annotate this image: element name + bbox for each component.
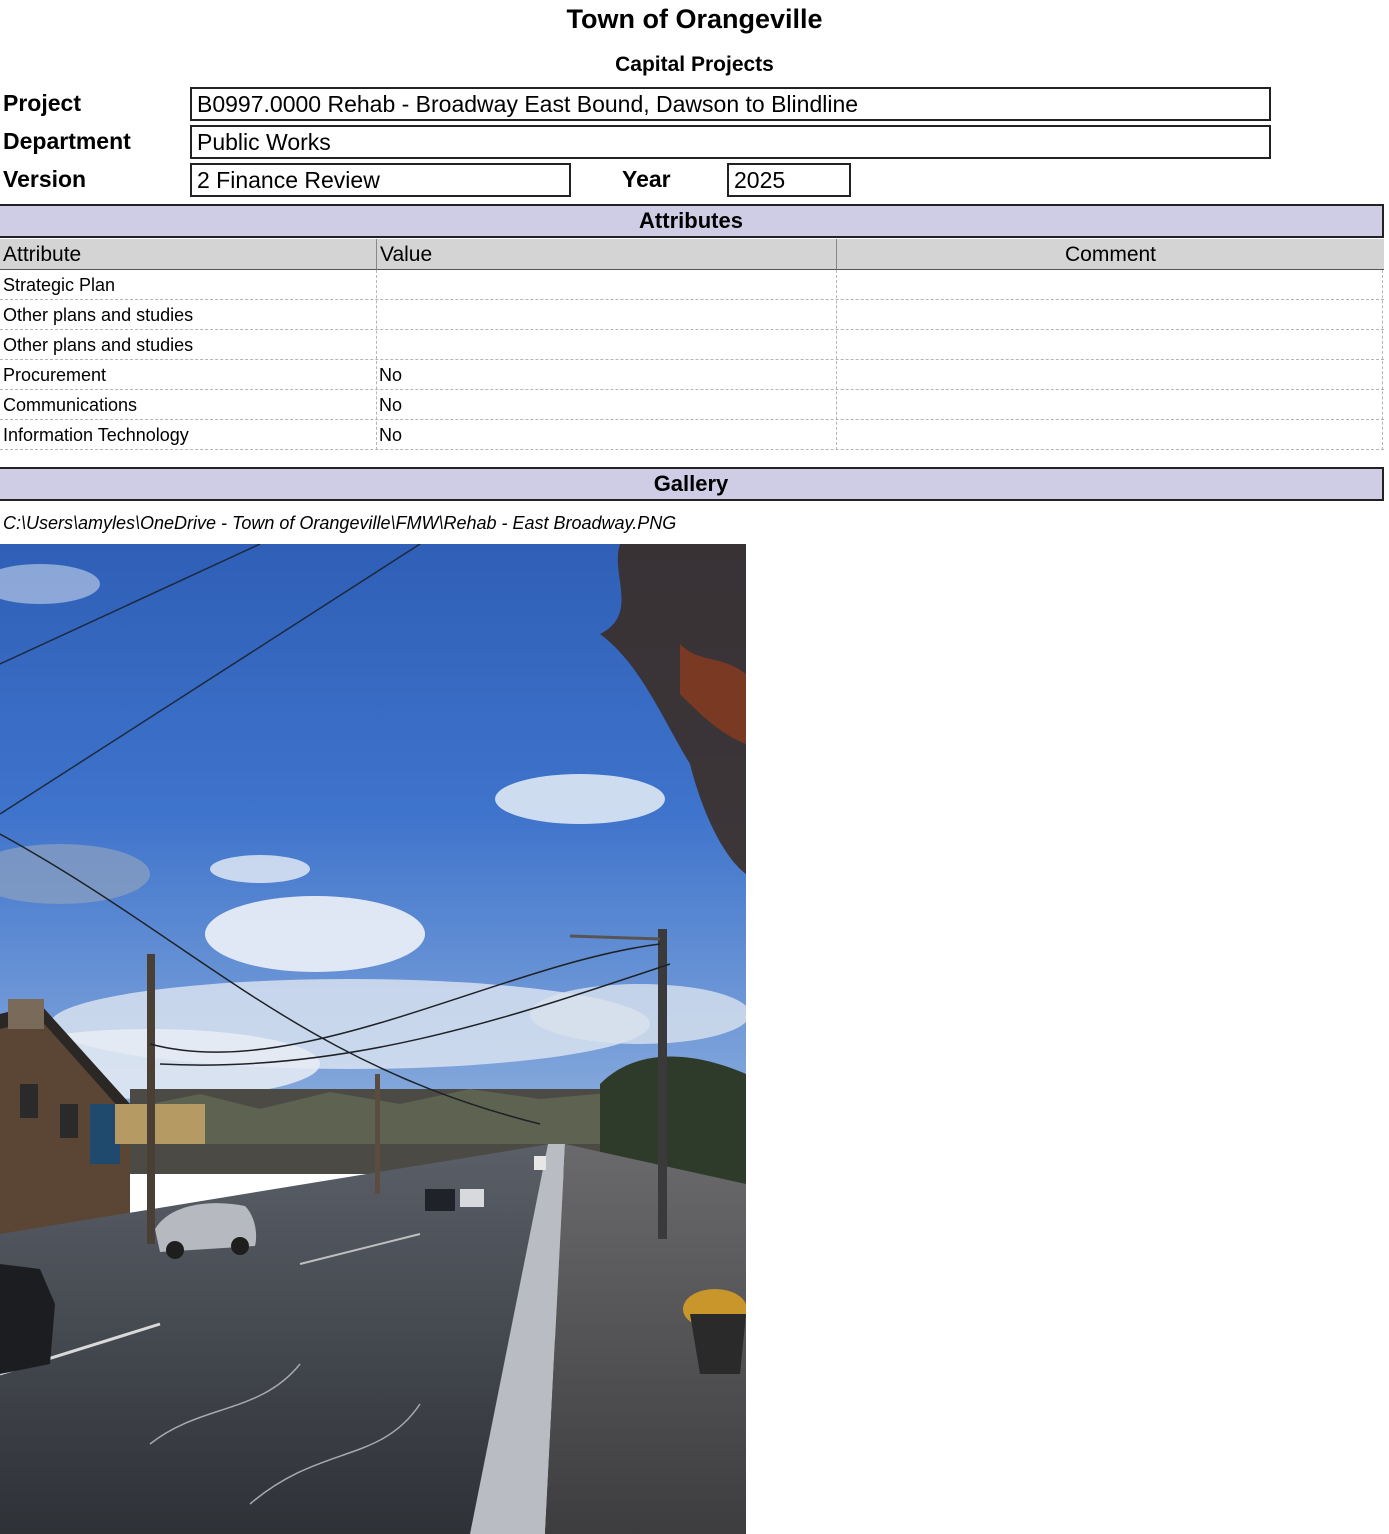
value-cell: No [379, 365, 403, 385]
department-field: Public Works [190, 125, 1271, 159]
version-label: Version [3, 166, 87, 192]
attribute-cell: Strategic Plan [3, 275, 116, 295]
value-cell [376, 300, 836, 330]
value-cell: No [379, 395, 403, 415]
attribute-cell: Information Technology [3, 425, 189, 445]
attribute-cell: Other plans and studies [3, 335, 194, 355]
version-field: 2 Finance Review [190, 163, 571, 197]
comment-cell [836, 270, 1382, 300]
project-field: B0997.0000 Rehab - Broadway East Bound, … [190, 87, 1271, 121]
year-field: 2025 [727, 163, 851, 197]
comment-cell [836, 300, 1382, 330]
attribute-cell: Other plans and studies [3, 305, 194, 325]
column-header-comment: Comment [836, 239, 1384, 270]
column-header-attribute: Attribute [0, 239, 376, 270]
comment-cell [836, 360, 1382, 390]
value-cell: No [379, 425, 403, 445]
year-label: Year [622, 166, 671, 192]
value-cell [376, 270, 836, 300]
attribute-cell: Communications [3, 395, 138, 415]
column-divider [1382, 270, 1383, 450]
attributes-table-body: Strategic Plan Other plans and studies O… [0, 270, 1384, 450]
page-subtitle: Capital Projects [615, 53, 774, 76]
gallery-file-path: C:\Users\amyles\OneDrive - Town of Orang… [3, 513, 677, 533]
comment-cell [836, 390, 1382, 420]
attribute-cell: Procurement [3, 365, 107, 385]
street-photo [0, 544, 746, 1534]
gallery-section-header: Gallery [0, 467, 1384, 501]
column-header-value: Value [376, 239, 836, 270]
department-label: Department [3, 128, 131, 154]
comment-cell [836, 420, 1382, 450]
comment-cell [836, 330, 1382, 360]
project-label: Project [3, 90, 81, 116]
row-divider [0, 449, 1384, 450]
page-title: Town of Orangeville [566, 4, 823, 34]
attributes-section-header: Attributes [0, 204, 1384, 238]
value-cell [376, 330, 836, 360]
